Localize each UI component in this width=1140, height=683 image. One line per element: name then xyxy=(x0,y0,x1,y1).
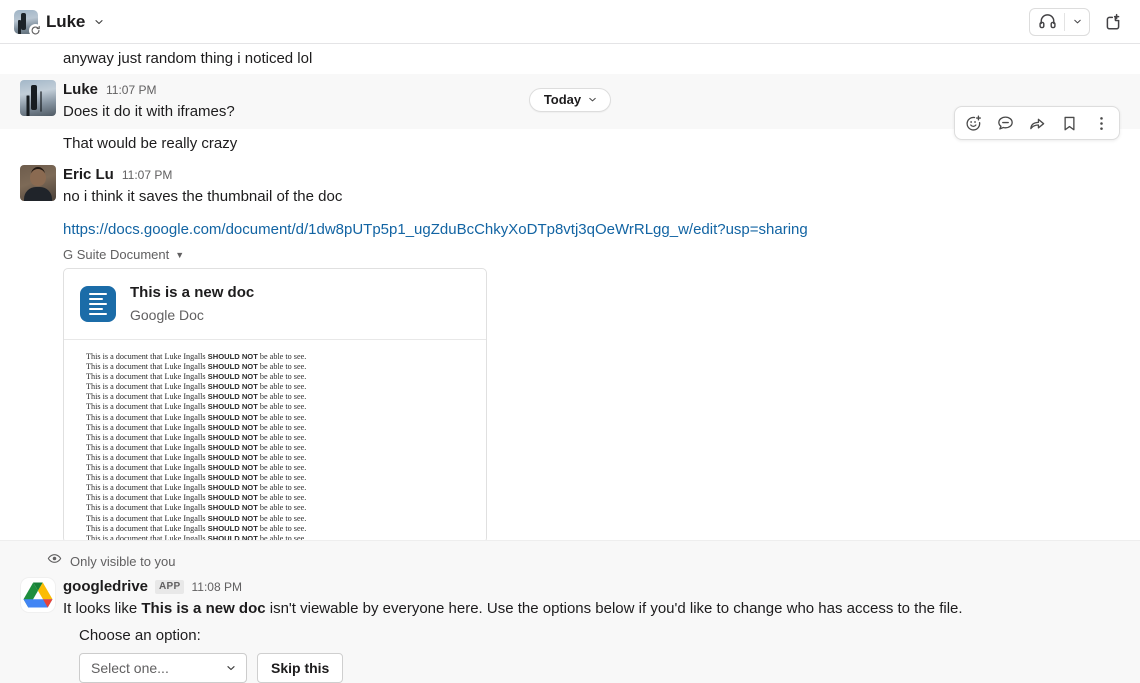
skip-this-button[interactable]: Skip this xyxy=(257,653,343,683)
eye-icon xyxy=(47,551,62,571)
document-preview-line: This is a document that Luke Ingalls SHO… xyxy=(86,382,468,392)
document-preview-line: This is a document that Luke Ingalls SHO… xyxy=(86,483,468,493)
bot-message-timestamp[interactable]: 11:08 PM xyxy=(191,577,241,597)
document-preview-line: This is a document that Luke Ingalls SHO… xyxy=(86,463,468,473)
bot-action-controls: Select one... Skip this xyxy=(79,653,1120,683)
document-preview-line: This is a document that Luke Ingalls SHO… xyxy=(86,443,468,453)
message-text: no i think it saves the thumbnail of the… xyxy=(63,185,1120,208)
avatar-column xyxy=(0,165,63,208)
document-preview-line: This is a document that Luke Ingalls SHO… xyxy=(86,352,468,362)
avatar-column xyxy=(20,577,63,683)
option-select[interactable]: Select one... xyxy=(79,653,247,683)
chevron-down-icon xyxy=(225,662,237,674)
document-preview-line: This is a document that Luke Ingalls SHO… xyxy=(86,503,468,513)
triangle-down-icon[interactable]: ▼ xyxy=(175,250,184,260)
bot-message-header: googledrive APP 11:08 PM xyxy=(63,577,1120,597)
visibility-text: Only visible to you xyxy=(70,554,176,569)
document-preview-line: This is a document that Luke Ingalls SHO… xyxy=(86,433,468,443)
document-preview-line: This is a document that Luke Ingalls SHO… xyxy=(86,473,468,483)
header-avatar-wrapper xyxy=(14,10,38,34)
unfurl-title[interactable]: This is a new doc xyxy=(130,283,254,303)
message-author[interactable]: Luke xyxy=(63,80,98,100)
message-text: That would be really crazy xyxy=(0,129,1120,159)
message: Eric Lu 11:07 PM no i think it saves the… xyxy=(0,159,1120,214)
document-preview-line: This is a document that Luke Ingalls SHO… xyxy=(86,362,468,372)
document-preview-line: This is a document that Luke Ingalls SHO… xyxy=(86,423,468,433)
document-preview-line: This is a document that Luke Ingalls SHO… xyxy=(86,392,468,402)
choose-option-label: Choose an option: xyxy=(79,625,1120,647)
chevron-down-icon[interactable] xyxy=(93,16,105,28)
message-list: Today xyxy=(0,44,1140,543)
bot-message: googledrive APP 11:08 PM It looks like T… xyxy=(20,577,1120,683)
new-file-icon[interactable] xyxy=(1098,8,1128,36)
bot-text-before: It looks like xyxy=(63,600,141,617)
bot-message-body: googledrive APP 11:08 PM It looks like T… xyxy=(63,577,1120,683)
shared-document-link[interactable]: https://docs.google.com/document/d/1dw8p… xyxy=(63,221,808,238)
bot-text-doc-name: This is a new doc xyxy=(141,600,265,617)
channel-header-left[interactable]: Luke xyxy=(14,10,105,34)
chevron-down-icon xyxy=(587,94,598,105)
document-preview-line: This is a document that Luke Ingalls SHO… xyxy=(86,402,468,412)
app-badge: APP xyxy=(155,580,184,594)
option-select-value: Select one... xyxy=(91,660,169,676)
ephemeral-message: Only visible to you googledrive APP 11:0… xyxy=(0,540,1140,683)
link-unfurl-card[interactable]: This is a new doc Google Doc This is a d… xyxy=(63,268,487,543)
avatar[interactable] xyxy=(20,80,56,116)
today-divider-button[interactable]: Today xyxy=(529,88,611,112)
google-drive-icon xyxy=(20,577,56,613)
unfurl-text-block: This is a new doc Google Doc xyxy=(130,283,254,325)
bot-name[interactable]: googledrive xyxy=(63,577,148,597)
add-reaction-button[interactable] xyxy=(957,108,989,138)
unfurl-service-label[interactable]: G Suite Document ▼ xyxy=(0,241,1120,266)
visibility-notice: Only visible to you xyxy=(20,551,1120,571)
document-preview-line: This is a document that Luke Ingalls SHO… xyxy=(86,372,468,382)
huddle-control-group xyxy=(1029,8,1090,36)
document-preview-line: This is a document that Luke Ingalls SHO… xyxy=(86,453,468,463)
message-author[interactable]: Eric Lu xyxy=(63,165,114,185)
document-preview-line: This is a document that Luke Ingalls SHO… xyxy=(86,524,468,534)
channel-header: Luke xyxy=(0,0,1140,44)
away-status-icon xyxy=(29,24,42,37)
today-divider-label: Today xyxy=(544,92,581,107)
google-doc-icon xyxy=(80,286,116,322)
forward-message-button[interactable] xyxy=(1021,108,1053,138)
chevron-down-icon[interactable] xyxy=(1065,9,1089,35)
unfurl-header: This is a new doc Google Doc xyxy=(64,269,486,340)
save-message-button[interactable] xyxy=(1053,108,1085,138)
message-text: anyway just random thing i noticed lol xyxy=(0,44,1120,74)
more-actions-button[interactable] xyxy=(1085,108,1117,138)
message-hover-toolbar xyxy=(954,106,1120,140)
bot-message-text: It looks like This is a new doc isn't vi… xyxy=(63,598,1120,620)
document-thumbnail-preview[interactable]: This is a document that Luke Ingalls SHO… xyxy=(64,340,486,542)
channel-header-actions xyxy=(1029,8,1128,36)
reply-in-thread-button[interactable] xyxy=(989,108,1021,138)
avatar[interactable] xyxy=(20,165,56,201)
doc-lines-glyph xyxy=(89,293,107,315)
headphones-icon[interactable] xyxy=(1030,9,1064,35)
message-body: Eric Lu 11:07 PM no i think it saves the… xyxy=(63,165,1120,208)
message-header: Eric Lu 11:07 PM xyxy=(63,165,1120,185)
shared-link-line: https://docs.google.com/document/d/1dw8p… xyxy=(0,214,1120,241)
document-preview-line: This is a document that Luke Ingalls SHO… xyxy=(86,514,468,524)
message-timestamp[interactable]: 11:07 PM xyxy=(106,80,156,100)
message-row: Eric Lu 11:07 PM no i think it saves the… xyxy=(0,159,1140,543)
page-title: Luke xyxy=(46,12,85,32)
message-timestamp[interactable]: 11:07 PM xyxy=(122,165,172,185)
unfurl-subtitle: Google Doc xyxy=(130,305,254,325)
bot-text-after: isn't viewable by everyone here. Use the… xyxy=(266,600,963,617)
document-preview-line: This is a document that Luke Ingalls SHO… xyxy=(86,413,468,423)
message-row: anyway just random thing i noticed lol xyxy=(0,44,1140,74)
avatar-column xyxy=(0,80,63,123)
unfurl-service-name: G Suite Document xyxy=(63,247,169,262)
document-preview-line: This is a document that Luke Ingalls SHO… xyxy=(86,493,468,503)
